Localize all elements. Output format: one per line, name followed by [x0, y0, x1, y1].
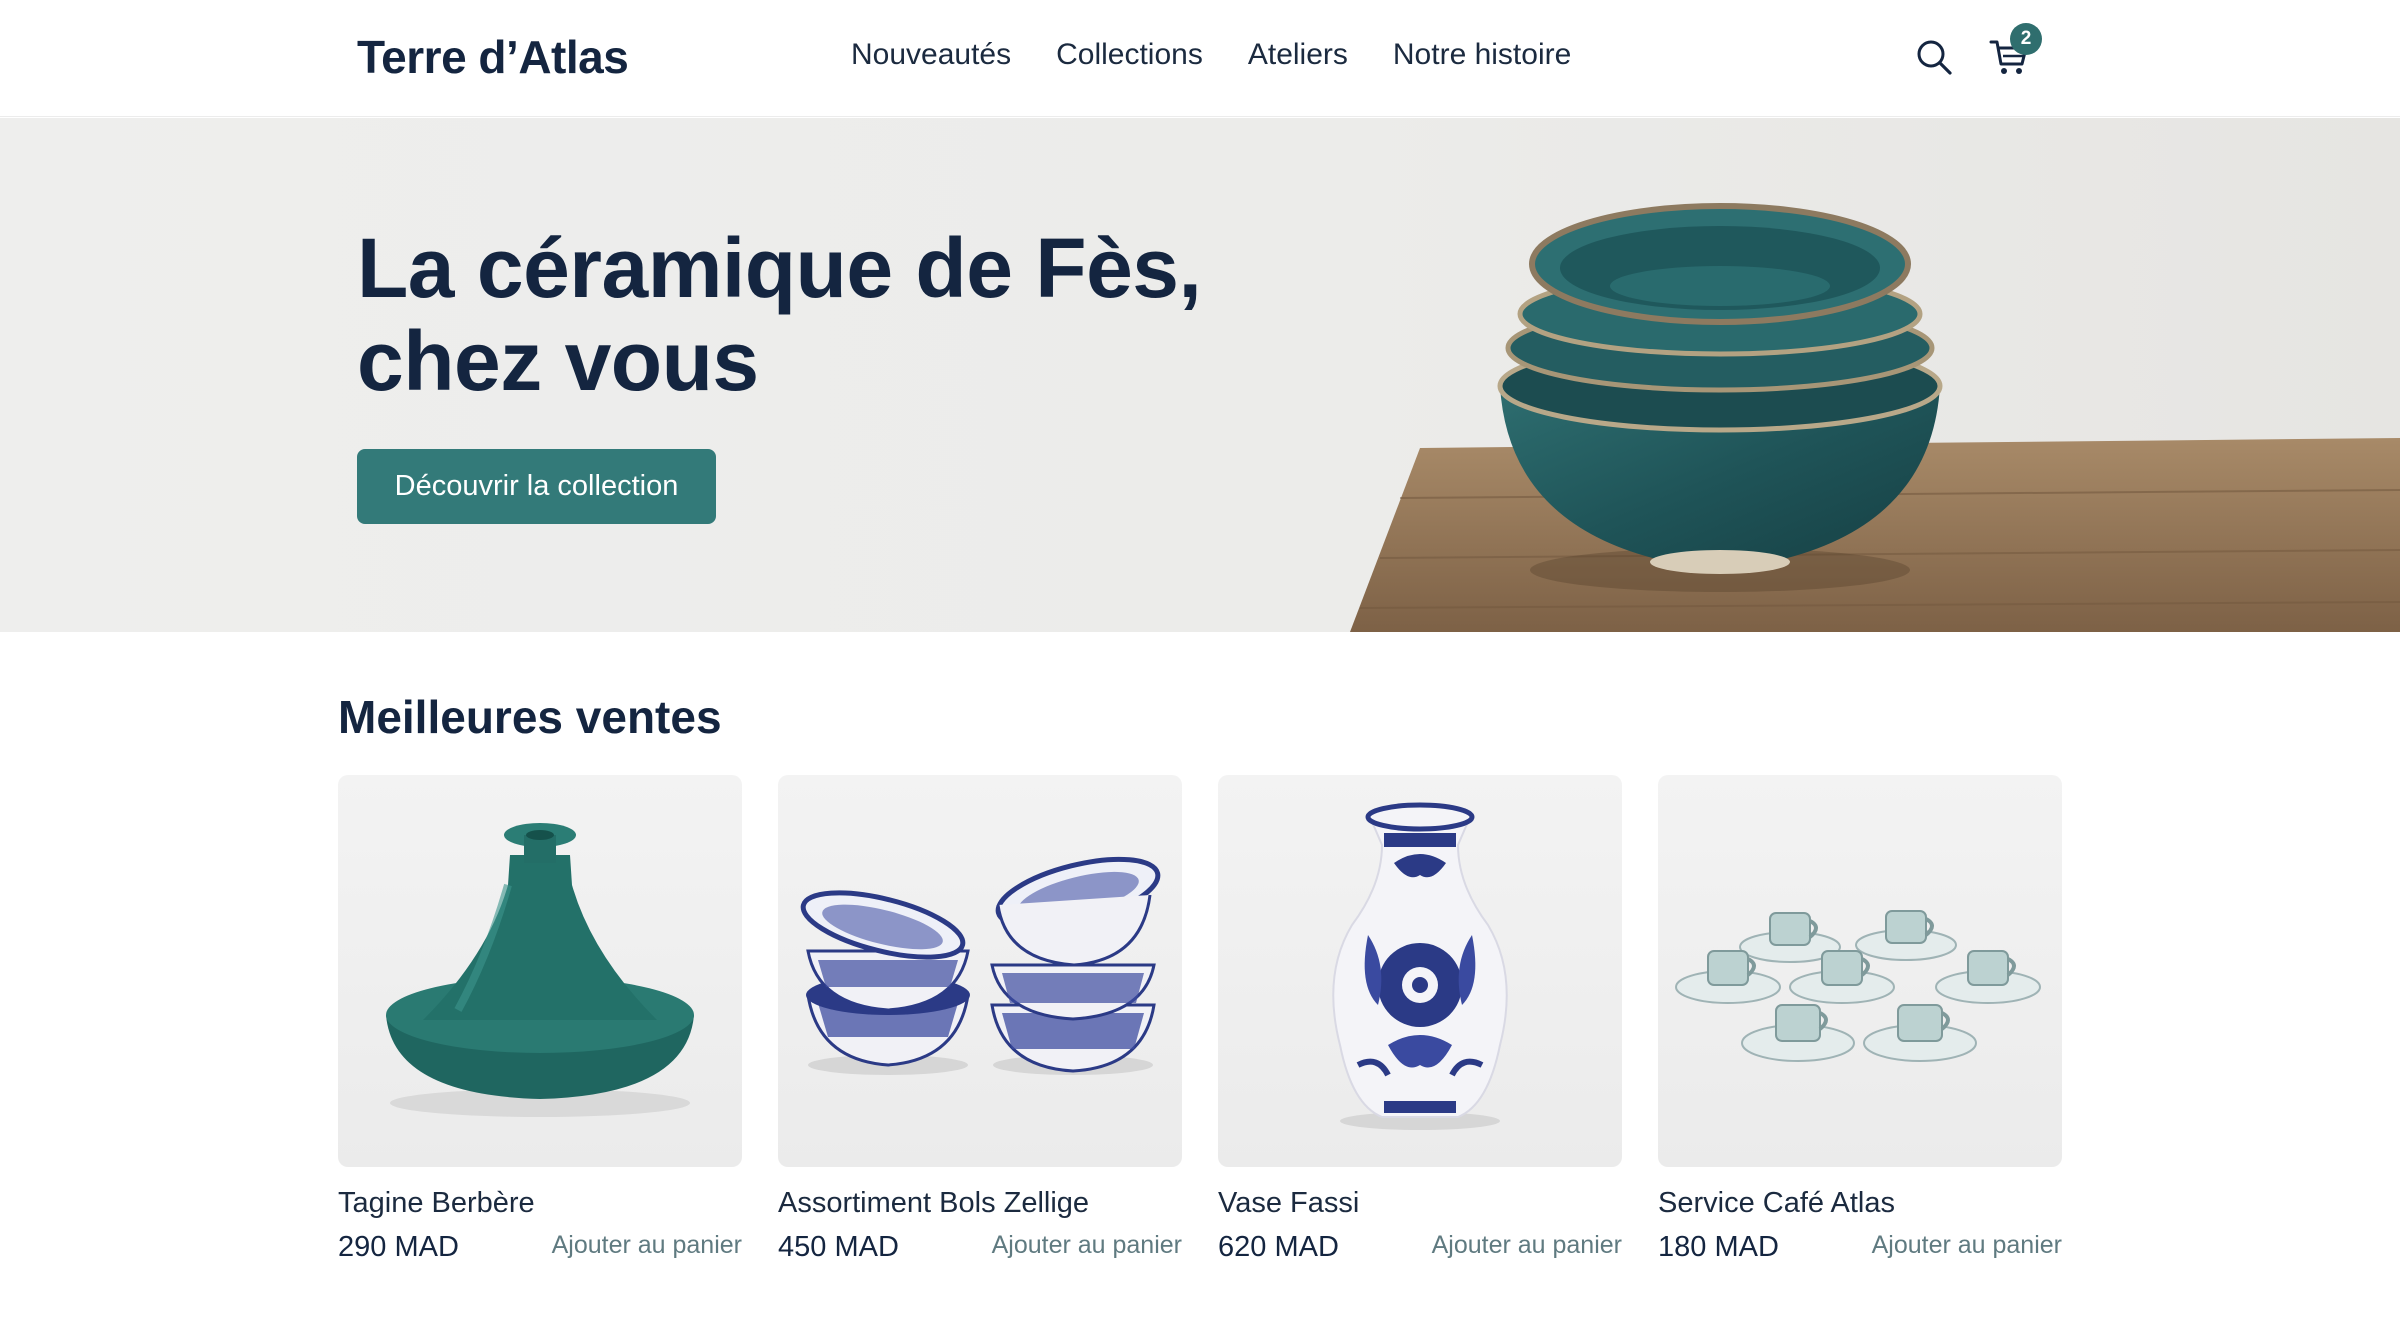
brand-logo[interactable]: Terre d’Atlas: [357, 30, 629, 84]
product-card-bols-zellige[interactable]: Assortiment Bols Zellige 450 MAD Ajouter…: [778, 775, 1182, 1263]
add-to-cart-button[interactable]: Ajouter au panier: [1872, 1231, 2062, 1260]
hero-title-line2: chez vous: [357, 314, 759, 408]
tagine-illustration: [386, 823, 694, 1117]
product-name: Assortiment Bols Zellige: [778, 1187, 1090, 1219]
discover-collection-button[interactable]: Découvrir la collection: [357, 449, 716, 524]
product-name: Tagine Berbère: [338, 1187, 535, 1219]
product-name: Service Café Atlas: [1658, 1187, 1895, 1219]
nav-item-notre-histoire[interactable]: Notre histoire: [1393, 38, 1571, 72]
cart-count-badge: 2: [2010, 23, 2042, 55]
search-icon: [1917, 40, 1952, 75]
product-image-vase-fassi[interactable]: [1218, 775, 1622, 1167]
product-image-tagine[interactable]: [338, 775, 742, 1167]
section-title-bestsellers: Meilleures ventes: [338, 691, 722, 743]
product-name: Vase Fassi: [1218, 1187, 1360, 1219]
product-price: 620 MAD: [1218, 1231, 1339, 1263]
main-nav: Nouveautés Collections Ateliers Notre hi…: [851, 38, 1616, 72]
product-card-vase-fassi[interactable]: Vase Fassi 620 MAD Ajouter au panier: [1218, 775, 1622, 1263]
bowls-illustration: [800, 856, 1161, 1075]
hero-bowls-image: [1350, 203, 2400, 632]
add-to-cart-button[interactable]: Ajouter au panier: [992, 1231, 1182, 1260]
add-to-cart-button[interactable]: Ajouter au panier: [1432, 1231, 1622, 1260]
hero-banner: La céramique de Fès, chez vous Découvrir…: [0, 118, 2400, 632]
product-image-bols-zellige[interactable]: [778, 775, 1182, 1167]
coffee-set-illustration: [1675, 910, 2041, 1062]
vase-illustration: [1332, 802, 1508, 1130]
site-header: Terre d’Atlas Nouveautés Collections Ate…: [0, 0, 2400, 117]
hero-title-line1: La céramique de Fès,: [357, 221, 1202, 315]
product-price: 180 MAD: [1658, 1231, 1779, 1263]
nav-item-nouveautes[interactable]: Nouveautés: [851, 38, 1011, 72]
nav-item-collections[interactable]: Collections: [1056, 38, 1203, 72]
product-price: 450 MAD: [778, 1231, 899, 1263]
product-price: 290 MAD: [338, 1231, 459, 1263]
add-to-cart-button[interactable]: Ajouter au panier: [552, 1231, 742, 1260]
product-card-service-cafe[interactable]: Service Café Atlas 180 MAD Ajouter au pa…: [1658, 775, 2062, 1263]
search-button[interactable]: [1907, 30, 1961, 84]
nav-item-ateliers[interactable]: Ateliers: [1248, 38, 1348, 72]
product-card-tagine[interactable]: Tagine Berbère 290 MAD Ajouter au panier: [338, 775, 742, 1263]
hero-title: La céramique de Fès, chez vous: [357, 221, 1202, 408]
product-image-service-cafe[interactable]: [1658, 775, 2062, 1167]
